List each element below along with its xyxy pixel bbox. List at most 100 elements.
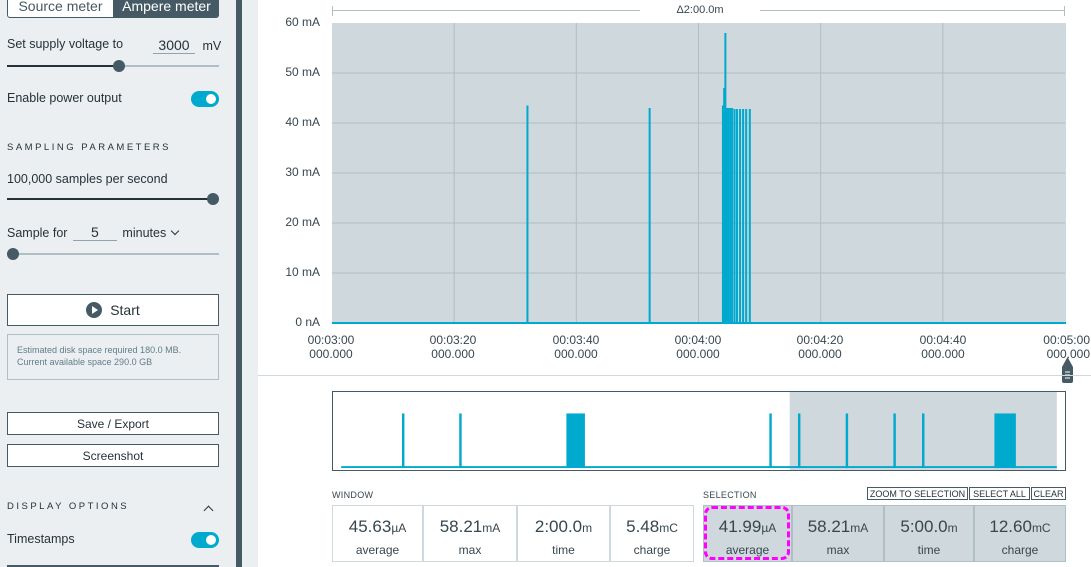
supply-voltage-slider-knob[interactable] [113, 60, 125, 72]
start-button[interactable]: Start [7, 294, 219, 326]
window-charge-stat: 5.48mC charge [610, 505, 694, 562]
chevron-up-icon[interactable] [203, 505, 214, 516]
x-tick-label: 00:04:40 000.000 [919, 333, 967, 361]
selection-time-stat: 5:00.0m time [884, 505, 974, 562]
disk-space-info: Estimated disk space required 180.0 MB. … [7, 334, 219, 380]
sampling-parameters-title: SAMPLING PARAMETERS [7, 142, 171, 153]
x-tick-label: 00:04:20 000.000 [796, 333, 844, 361]
y-tick-label: 40 mA [285, 115, 320, 129]
sidebar: Source meter Ampere meter Set supply vol… [0, 0, 236, 567]
toggle-dot [206, 94, 216, 104]
sample-for-unit-select[interactable]: minutes [122, 226, 180, 240]
chevron-down-icon [170, 226, 180, 236]
sample-rate-slider-fill [7, 198, 213, 200]
stat-value: 2:00.0 [534, 517, 583, 536]
x-tick-label: 00:03:00 000.000 [307, 333, 355, 361]
disk-available-text: Current available space 290.0 GB [17, 357, 153, 367]
delta-line-left [332, 10, 640, 11]
sample-for-slider[interactable] [7, 248, 219, 260]
tab-ampere-meter[interactable]: Ampere meter [114, 0, 219, 18]
y-tick-label: 60 mA [285, 15, 320, 29]
stat-value: 5.48 [626, 517, 660, 536]
y-tick-label: 30 mA [285, 165, 320, 179]
start-label: Start [110, 302, 140, 318]
supply-voltage-input-row: 3000 mV [153, 37, 221, 54]
stat-caption: time [552, 543, 575, 557]
window-time-stat: 2:00.0m time [517, 505, 610, 562]
sample-for-slider-knob[interactable] [7, 248, 19, 260]
stat-value: 12.60 [989, 517, 1032, 536]
stat-caption: average [355, 543, 400, 557]
toggle-dot [206, 535, 216, 545]
y-tick-label: 0 nA [295, 315, 320, 329]
supply-voltage-unit: mV [202, 39, 222, 53]
y-tick-label: 20 mA [285, 215, 320, 229]
play-icon [86, 302, 103, 318]
sample-for-row: Sample for 5 minutes [7, 224, 180, 241]
stat-unit: mA [482, 521, 501, 535]
selection-average-highlight [704, 506, 790, 560]
delta-tick-right [1064, 6, 1065, 16]
stat-unit: mC [1031, 521, 1051, 535]
enable-power-toggle[interactable] [191, 91, 219, 107]
stat-unit: mA [850, 521, 869, 535]
stat-value: 58.21 [439, 517, 483, 536]
mode-tabs: Source meter Ampere meter [7, 0, 219, 18]
timestamps-label: Timestamps [7, 532, 75, 546]
select-all-button[interactable]: SELECT ALL [969, 487, 1030, 500]
stat-unit: m [582, 521, 593, 535]
stat-value: 45.63 [348, 517, 392, 536]
timestamps-toggle[interactable] [191, 532, 219, 548]
x-tick-label: 00:03:20 000.000 [429, 333, 477, 361]
sample-for-unit: minutes [122, 226, 167, 240]
selection-stats-title: SELECTION [703, 490, 757, 500]
delta-line-right [760, 10, 1065, 11]
x-tick-label: 00:04:00 000.000 [674, 333, 722, 361]
window-average-stat: 45.63µA average [332, 505, 423, 562]
x-tick-label: 00:03:40 000.000 [552, 333, 600, 361]
tab-source-meter[interactable]: Source meter [7, 0, 114, 18]
supply-voltage-label: Set supply voltage to [7, 37, 124, 51]
supply-voltage-row: Set supply voltage to [7, 37, 123, 51]
stat-value: 5:00.0 [900, 517, 948, 536]
x-tick-label: 00:05:00 000.000 [1043, 333, 1090, 361]
sample-rate-slider[interactable] [7, 193, 219, 205]
selection-charge-stat: 12.60mC charge [974, 505, 1066, 562]
stat-caption: max [826, 543, 850, 557]
sample-rate-label: 100,000 samples per second [7, 172, 168, 186]
y-tick-label: 10 mA [285, 265, 320, 279]
stat-caption: charge [1001, 543, 1039, 557]
time-cursor-handle-icon[interactable] [1062, 357, 1073, 383]
y-tick-label: 50 mA [285, 65, 320, 79]
stat-unit: µA [391, 521, 407, 535]
enable-power-label: Enable power output [7, 91, 122, 105]
supply-voltage-slider[interactable] [7, 60, 219, 72]
window-duration-label: Δ2:00.0m [676, 4, 724, 16]
disk-required-text: Estimated disk space required 180.0 MB. [17, 345, 182, 355]
delta-tick-left [332, 6, 333, 16]
sample-rate-slider-knob[interactable] [207, 193, 219, 205]
zoom-to-selection-button[interactable]: ZOOM TO SELECTION [867, 487, 968, 500]
window-stats-title: WINDOW [332, 490, 374, 500]
main-chart-plot[interactable] [332, 23, 1066, 325]
overview-burst [566, 413, 585, 469]
sample-for-input[interactable]: 5 [72, 224, 117, 241]
screenshot-button[interactable]: Screenshot [7, 444, 219, 467]
selection-max-stat: 58.21mA max [792, 505, 884, 562]
stat-unit: mC [659, 521, 678, 535]
sample-for-label: Sample for [7, 226, 68, 240]
stat-unit: m [947, 521, 958, 535]
sidebar-gutter [242, 0, 258, 567]
overview-burst [994, 413, 1016, 469]
stat-caption: max [458, 543, 482, 557]
supply-voltage-input[interactable]: 3000 [153, 37, 195, 54]
stat-value: 58.21 [807, 517, 851, 536]
window-max-stat: 58.21mA max [423, 505, 517, 562]
stat-caption: charge [633, 543, 671, 557]
save-export-button[interactable]: Save / Export [7, 412, 219, 435]
stat-caption: time [917, 543, 941, 557]
chart-divider [258, 375, 1091, 376]
overview-minimap[interactable] [332, 391, 1066, 471]
clear-button[interactable]: CLEAR [1031, 487, 1066, 500]
supply-voltage-slider-fill [7, 65, 119, 67]
